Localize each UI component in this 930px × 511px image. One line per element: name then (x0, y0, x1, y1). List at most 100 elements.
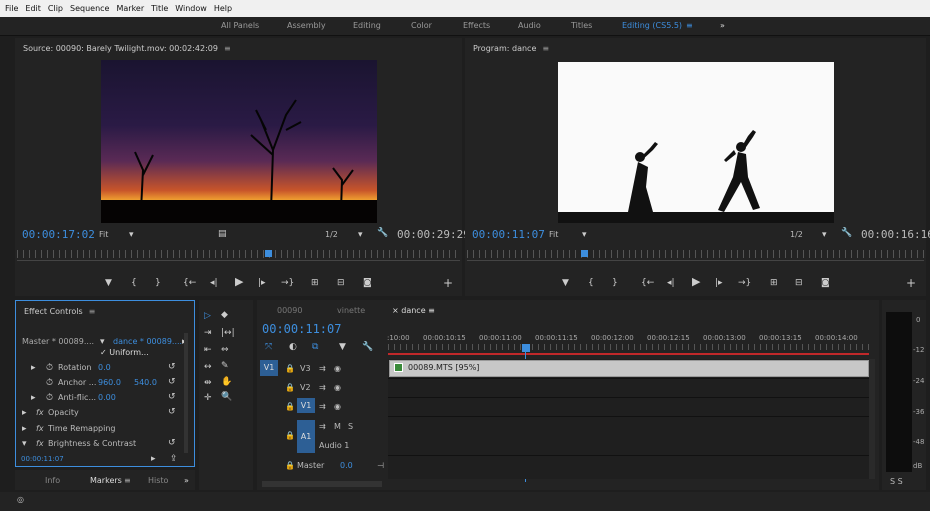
razor-tool-icon[interactable]: ⇔ (221, 345, 229, 355)
tab-markers[interactable]: Markers (90, 476, 122, 485)
snap-icon[interactable]: ◐ (289, 342, 297, 352)
solo-button[interactable]: S (348, 422, 353, 431)
fx-icon[interactable]: fx (36, 424, 44, 433)
fit-dropdown-icon[interactable]: ▾ (582, 230, 587, 240)
lock-icon[interactable]: 🔒 (285, 461, 295, 470)
source-zoom-bar[interactable] (17, 260, 460, 261)
stopwatch-icon[interactable]: ⏱ (46, 393, 53, 403)
button-editor-plus-icon[interactable]: + (906, 277, 916, 289)
stopwatch-icon[interactable]: ⏱ (46, 363, 53, 373)
source-time-ruler[interactable] (17, 250, 460, 258)
uniform-scale-checkbox[interactable]: ✓ Uniform... (100, 348, 149, 357)
program-timecode[interactable]: 00:00:11:07 (472, 228, 545, 241)
timeline-vertical-scrollbar[interactable] (869, 359, 875, 479)
effect-controls-title[interactable]: Effect Controls ≡ (24, 307, 95, 316)
step-back-icon[interactable]: ◂| (210, 278, 218, 288)
expand-opacity-icon[interactable]: ▸ (22, 408, 27, 418)
expand-timeremap-icon[interactable]: ▸ (22, 424, 27, 434)
source-timecode[interactable]: 00:00:17:02 (22, 228, 95, 241)
nest-toggle-icon[interactable]: ⤧ (265, 342, 272, 352)
step-forward-icon[interactable]: |▸ (715, 278, 723, 288)
workspace-more-icon[interactable]: » (720, 21, 725, 30)
master-volume-value[interactable]: 0.0 (340, 461, 353, 470)
menu-help[interactable]: Help (214, 4, 232, 13)
mark-out-icon[interactable]: } (612, 278, 618, 288)
reset-icon[interactable]: ↺ (168, 362, 176, 372)
mark-out-icon[interactable]: } (155, 278, 161, 288)
slide-tool-icon[interactable]: ⇹ (204, 378, 212, 388)
reset-icon[interactable]: ↺ (168, 407, 176, 417)
reset-icon[interactable]: ↺ (168, 392, 176, 402)
stopwatch-icon[interactable]: ⏱ (46, 378, 53, 388)
status-icon[interactable]: ◎ (17, 495, 24, 504)
source-playhead[interactable] (265, 250, 272, 257)
lock-icon[interactable]: 🔒 (285, 364, 295, 373)
fit-dropdown-icon[interactable]: ▾ (129, 230, 134, 240)
mark-in-icon[interactable]: { (131, 278, 137, 288)
fx-icon[interactable]: fx (36, 408, 44, 417)
expand-rotation-icon[interactable]: ▸ (31, 363, 36, 373)
extract-icon[interactable]: ⊟ (795, 278, 803, 288)
pen-tool-icon[interactable]: ✎ (221, 361, 229, 371)
sync-lock-icon[interactable]: ⇉ (319, 364, 326, 373)
video-clip[interactable]: 00089.MTS [95%] (389, 360, 869, 377)
track-select-tool-icon[interactable]: ◆ (221, 310, 228, 320)
camera-icon[interactable]: ◙ (363, 278, 372, 288)
selection-tool-icon[interactable]: ▷ (204, 311, 211, 321)
sync-lock-icon[interactable]: ⇉ (319, 422, 326, 431)
program-fit-select[interactable]: Fit (549, 230, 558, 239)
effect-controls-scrollbar[interactable] (184, 333, 188, 453)
go-to-in-icon[interactable]: {← (641, 278, 654, 288)
ratio-dropdown-icon[interactable]: ▾ (822, 230, 827, 240)
tab-info[interactable]: Info (45, 476, 60, 485)
workspace-menu-icon[interactable]: ≡ (686, 21, 693, 30)
source-ratio-select[interactable]: 1/2 (325, 230, 338, 239)
source-fit-select[interactable]: Fit (99, 230, 108, 239)
timeline-playhead[interactable] (522, 344, 530, 352)
overwrite-icon[interactable]: ⊟ (337, 278, 345, 288)
lift-icon[interactable]: ⊞ (770, 278, 778, 288)
fx-icon[interactable]: fx (36, 439, 44, 448)
eye-icon[interactable]: ◉ (334, 402, 341, 411)
lock-icon[interactable]: 🔒 (285, 383, 295, 392)
reset-icon[interactable]: ↺ (168, 377, 176, 387)
menu-marker[interactable]: Marker (116, 4, 144, 13)
menu-edit[interactable]: Edit (25, 4, 41, 13)
track-v1-target[interactable]: V1 (297, 398, 315, 413)
reset-icon[interactable]: ↺ (168, 438, 176, 448)
play-icon[interactable]: ▶ (235, 276, 243, 287)
timeline-time-ruler[interactable] (388, 344, 869, 350)
step-forward-icon[interactable]: |▸ (258, 278, 266, 288)
go-to-in-icon[interactable]: {← (183, 278, 196, 288)
tab-histo[interactable]: Histo (148, 476, 168, 485)
settings-wrench-icon[interactable]: 🔧 (377, 228, 388, 238)
workspace-color[interactable]: Color (411, 21, 432, 30)
workspace-all-panels[interactable]: All Panels (221, 21, 259, 30)
export-frame-icon[interactable]: ▤ (218, 229, 227, 239)
menu-clip[interactable]: Clip (48, 4, 63, 13)
ratio-dropdown-icon[interactable]: ▾ (358, 230, 363, 240)
export-icon[interactable]: ⇪ (170, 454, 178, 464)
menu-file[interactable]: File (5, 4, 18, 13)
master-end-icon[interactable]: ⊣ (377, 461, 384, 470)
linked-selection-icon[interactable]: ⧉ (312, 342, 318, 352)
mute-button[interactable]: M (334, 422, 341, 431)
lock-icon[interactable]: 🔒 (285, 402, 295, 411)
master-clip-label[interactable]: Master * 00089.... (22, 337, 94, 346)
button-editor-plus-icon[interactable]: + (443, 277, 453, 289)
anchor-x-value[interactable]: 960.0 (98, 378, 121, 387)
tabs-more-icon[interactable]: » (184, 476, 189, 485)
mark-in-icon[interactable]: { (588, 278, 594, 288)
lock-icon[interactable]: 🔒 (285, 431, 295, 440)
sequence-clip-label[interactable]: dance * 00089.... (113, 337, 182, 346)
workspace-titles[interactable]: Titles (571, 21, 592, 30)
insert-icon[interactable]: ⊞ (311, 278, 319, 288)
program-time-ruler[interactable] (467, 250, 924, 258)
program-playhead[interactable] (581, 250, 588, 257)
eye-icon[interactable]: ◉ (334, 383, 341, 392)
sync-lock-icon[interactable]: ⇉ (319, 402, 326, 411)
expand-antiflicker-icon[interactable]: ▸ (31, 393, 36, 403)
slip-tool-icon[interactable]: ↔ (204, 362, 212, 372)
zoom-tool-icon[interactable]: 🔍 (221, 392, 232, 402)
timeline-settings-wrench-icon[interactable]: 🔧 (362, 342, 373, 352)
